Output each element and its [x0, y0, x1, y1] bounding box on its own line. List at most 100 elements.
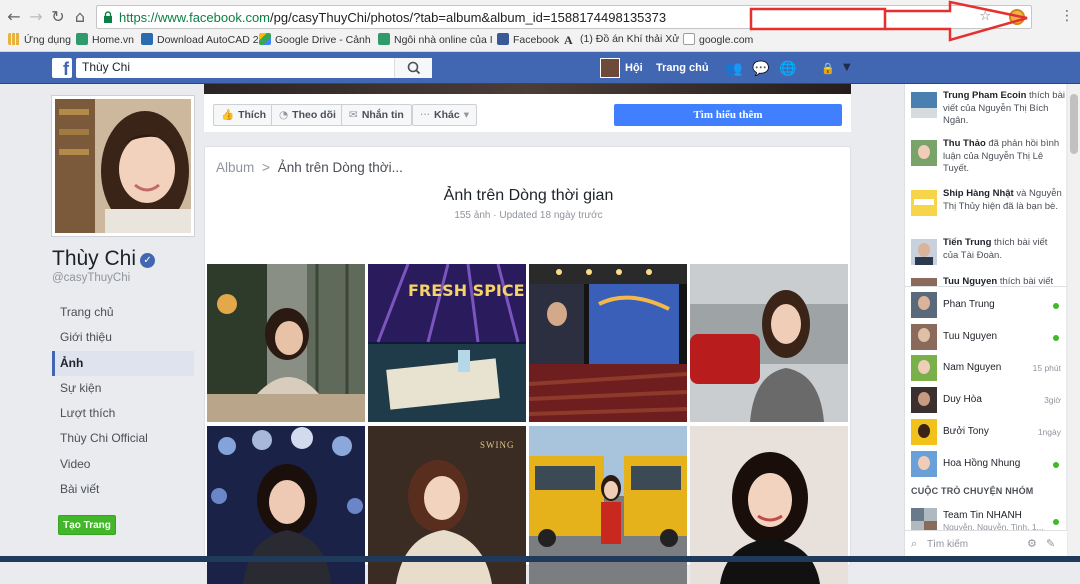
facebook-logo-icon[interactable]: f — [52, 58, 72, 79]
fresh-spice-text: FRESH SPICE — [408, 281, 525, 300]
page-scrollbar[interactable] — [1068, 84, 1080, 556]
search-button[interactable] — [394, 58, 432, 78]
more-button[interactable]: ··· Khác ▾ — [412, 104, 477, 126]
photo-woman-at-table — [207, 264, 365, 422]
scrollbar-thumb[interactable] — [1070, 94, 1078, 154]
contact-avatar — [911, 419, 937, 445]
contact-avatar — [911, 292, 937, 318]
profile-photo-image — [55, 99, 191, 233]
font-a-icon: A — [564, 33, 573, 47]
ticker-avatar — [911, 140, 937, 166]
swing-logo-text: SWING — [480, 440, 515, 450]
page-nav-events[interactable]: Sự kiện — [52, 376, 194, 401]
bookmark-apps[interactable]: Ứng dụng — [8, 33, 71, 46]
contact-avatar — [911, 387, 937, 413]
cover-photo[interactable] — [204, 84, 851, 94]
album-photo[interactable] — [690, 264, 848, 422]
facebook-search — [76, 58, 432, 78]
chat-contact[interactable]: Nam Nguyen 15 phút — [911, 355, 1061, 381]
create-page-button[interactable]: Tạo Trang — [58, 515, 116, 535]
page-nav-videos[interactable]: Video — [52, 452, 194, 477]
contact-avatar — [911, 451, 937, 477]
photo-concert-stage — [529, 264, 687, 422]
online-dot-icon — [1053, 303, 1059, 309]
online-dot-icon — [1053, 462, 1059, 468]
ticker-avatar — [911, 239, 937, 265]
facebook-top-bar: f Hội Trang chủ 👥 💬 🌐 🔒 ▼ — [0, 52, 1080, 84]
page-nav-home[interactable]: Trang chủ — [52, 300, 194, 325]
google-drive-icon — [259, 33, 271, 45]
apps-grid-icon — [8, 33, 20, 45]
album-panel: Album > Ảnh trên Dòng thời... Ảnh trên D… — [204, 146, 851, 584]
page-nav-official[interactable]: Thùy Chi Official — [52, 426, 194, 451]
contact-avatar — [911, 355, 937, 381]
bookmark-do-an[interactable]: A (1) Đồ án Khí thải Xử — [564, 33, 679, 46]
page-nav-about[interactable]: Giới thiệu — [52, 325, 194, 350]
home-icon[interactable]: ⌂ — [70, 7, 90, 27]
activity-ticker: Trung Pham Ecoin thích bài viết của Nguy… — [905, 84, 1067, 287]
more-dots-icon: ··· — [420, 109, 431, 121]
friend-requests-icon[interactable]: 👥 — [725, 61, 742, 77]
verified-badge-icon: ✓ — [140, 253, 156, 268]
chat-contact[interactable]: Phan Trung — [911, 292, 1061, 318]
page-nav: Trang chủ Giới thiệu Ảnh Sự kiện Lượt th… — [52, 300, 194, 502]
gear-icon[interactable]: ⚙ — [1027, 537, 1037, 550]
messenger-icon: ✉ — [349, 109, 358, 121]
browser-chrome: ← → ↻ ⌂ https://www.facebook.com/pg/casy… — [0, 0, 1080, 52]
album-title: Ảnh trên Dòng thời gian — [443, 187, 614, 204]
contact-avatar — [911, 324, 937, 350]
follow-button[interactable]: ◔ Theo dõi — [271, 104, 344, 126]
messages-icon[interactable]: 💬 — [752, 61, 769, 77]
bookmarks-bar: Ứng dụng Home.vn Download AutoCAD 2 Goog… — [0, 30, 1080, 50]
url-text: https://www.facebook.com/pg/casyThuyChi/… — [119, 10, 667, 25]
message-button[interactable]: ✉ Nhắn tin — [341, 104, 412, 126]
privacy-lock-icon[interactable]: 🔒 — [821, 62, 835, 75]
bookmark-ngoi-nha[interactable]: Ngôi nhà online của I — [378, 33, 493, 46]
chrome-menu-icon[interactable]: ⋮ — [1060, 8, 1074, 24]
photo-fresh-spice-stage: FRESH SPICE — [368, 264, 526, 422]
search-icon — [407, 61, 421, 75]
back-icon[interactable]: ← — [4, 7, 24, 27]
nav-home[interactable]: Trang chủ — [656, 62, 709, 74]
chat-search-bar[interactable]: ⌕ Tìm kiếm ⚙ ✎ — [905, 530, 1067, 556]
bookmark-facebook[interactable]: Facebook — [497, 33, 559, 46]
compose-icon[interactable]: ✎ — [1046, 537, 1055, 550]
reload-icon[interactable]: ↻ — [48, 7, 68, 27]
album-photo[interactable]: FRESH SPICE — [368, 264, 526, 422]
bookmark-homevn[interactable]: Home.vn — [76, 33, 134, 46]
lock-icon — [104, 11, 112, 23]
rss-icon: ◔ — [279, 109, 289, 121]
like-button[interactable]: 👍 Thích — [213, 104, 275, 126]
chat-contact[interactable]: Hoa Hồng Nhung — [911, 451, 1061, 477]
page-nav-likes[interactable]: Lượt thích — [52, 401, 194, 426]
chat-contact[interactable]: Tuu Nguyen — [911, 324, 1061, 350]
right-sidebar: Trung Pham Ecoin thích bài viết của Nguy… — [904, 84, 1067, 556]
autocad-favicon-icon — [141, 33, 153, 45]
account-menu-chevron-icon[interactable]: ▼ — [843, 62, 851, 73]
ngoi-nha-favicon-icon — [378, 33, 390, 45]
page-nav-posts[interactable]: Bài viết — [52, 477, 194, 502]
bookmark-google-drive[interactable]: Google Drive - Cảnh — [259, 33, 371, 46]
chat-contact[interactable]: Duy Hòa 3giờ — [911, 387, 1061, 413]
profile-picture[interactable] — [52, 96, 194, 236]
online-dot-icon — [1053, 519, 1059, 525]
forward-icon[interactable]: → — [26, 7, 46, 27]
album-photo[interactable] — [529, 264, 687, 422]
os-taskbar — [0, 556, 1080, 562]
page-nav-photos[interactable]: Ảnh — [52, 350, 194, 376]
search-icon: ⌕ — [911, 537, 918, 550]
online-dot-icon — [1053, 335, 1059, 341]
facebook-favicon-icon — [497, 33, 509, 45]
chat-contact[interactable]: Bưởi Tony 1ngày — [911, 419, 1061, 445]
user-avatar[interactable] — [600, 58, 620, 78]
album-photo[interactable] — [207, 264, 365, 422]
bookmark-google[interactable]: google.com — [683, 33, 753, 46]
chat-search-placeholder: Tìm kiếm — [927, 539, 969, 550]
bookmark-autocad[interactable]: Download AutoCAD 2 — [141, 33, 259, 46]
facebook-search-input[interactable] — [82, 60, 392, 74]
notifications-globe-icon[interactable]: 🌐 — [779, 61, 796, 77]
learn-more-button[interactable]: Tìm hiểu thêm — [614, 104, 842, 126]
breadcrumb-album-link[interactable]: Album — [216, 160, 254, 175]
nav-hoi[interactable]: Hội — [625, 62, 643, 74]
photo-woman-by-car — [690, 264, 848, 422]
